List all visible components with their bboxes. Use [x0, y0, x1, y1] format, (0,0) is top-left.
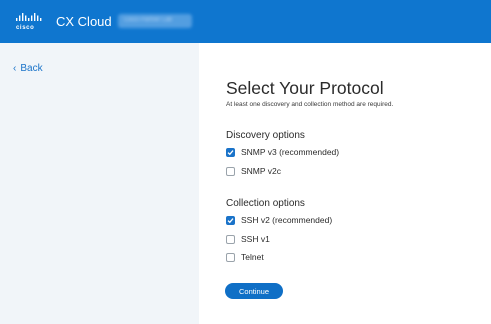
- left-sidebar: [0, 43, 199, 324]
- chevron-left-icon: ‹: [13, 62, 17, 74]
- checkbox-unchecked-icon[interactable]: [226, 252, 235, 262]
- discovery-options-heading: Discovery options: [226, 130, 305, 141]
- checkbox-label: SNMP v2c: [241, 166, 281, 176]
- checkbox-label: SSH v1: [241, 234, 270, 244]
- checkbox-checked-icon[interactable]: [226, 215, 235, 225]
- checkbox-telnet[interactable]: Telnet: [226, 252, 264, 262]
- checkbox-label: SSH v2 (recommended): [241, 215, 333, 225]
- continue-button[interactable]: Continue: [225, 283, 283, 299]
- checkbox-snmp-v3[interactable]: SNMP v3 (recommended): [226, 147, 339, 157]
- checkbox-unchecked-icon[interactable]: [226, 234, 235, 244]
- back-link-label: Back: [20, 63, 43, 74]
- page-subtitle: At least one discovery and collection me…: [226, 101, 394, 108]
- top-header-bar: cisco CX Cloud Cisco Partner Lab: [0, 0, 491, 43]
- checkbox-ssh-v2[interactable]: SSH v2 (recommended): [226, 215, 332, 225]
- checkbox-label: SNMP v3 (recommended): [241, 147, 340, 157]
- page-title: Select Your Protocol: [226, 78, 384, 98]
- checkbox-ssh-v1[interactable]: SSH v1: [226, 234, 270, 244]
- checkbox-snmp-v2c[interactable]: SNMP v2c: [226, 166, 281, 176]
- collection-options-heading: Collection options: [226, 198, 305, 209]
- back-link[interactable]: ‹ Back: [13, 63, 43, 74]
- checkbox-label: Telnet: [241, 252, 264, 262]
- cisco-wordmark: cisco: [16, 25, 35, 31]
- checkbox-unchecked-icon[interactable]: [226, 166, 235, 176]
- account-name-text: Cisco Partner Lab: [124, 17, 173, 23]
- checkbox-checked-icon[interactable]: [226, 147, 235, 157]
- account-name-blurred[interactable]: Cisco Partner Lab: [118, 14, 192, 28]
- app-title: CX Cloud: [56, 14, 112, 29]
